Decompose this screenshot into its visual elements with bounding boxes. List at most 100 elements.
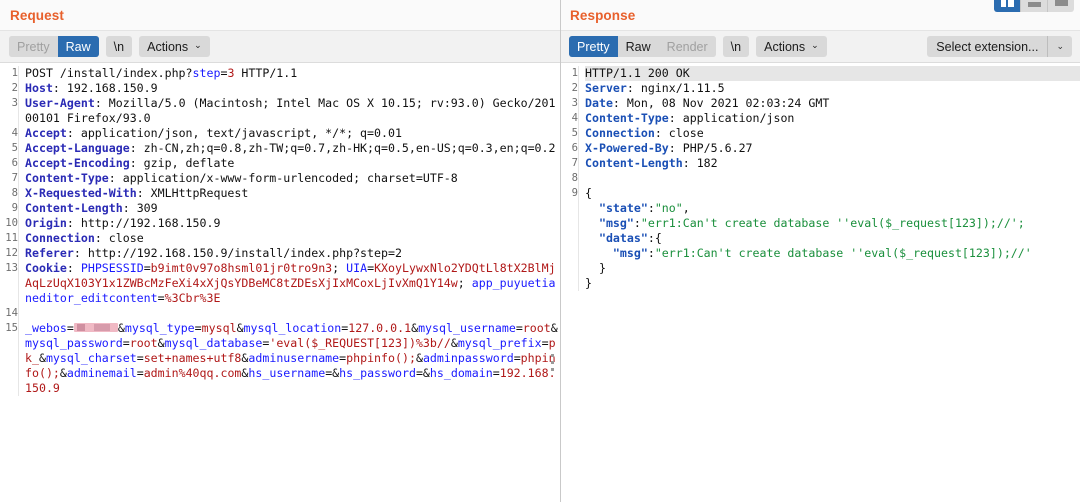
- response-line-number: [560, 216, 578, 231]
- request-line-number: [0, 351, 18, 366]
- response-newline-button[interactable]: \n: [722, 36, 750, 57]
- request-tab-pretty[interactable]: Pretty: [9, 36, 58, 57]
- response-actions-label: Actions: [764, 39, 806, 54]
- response-tab-render[interactable]: Render: [658, 36, 716, 57]
- select-extension-dropdown[interactable]: Select extension... ⌄: [927, 36, 1072, 57]
- request-line: X-Requested-With: XMLHttpRequest: [25, 186, 249, 200]
- response-line-number: [560, 201, 578, 216]
- response-line: HTTP/1.1 200 OK: [585, 66, 1080, 81]
- request-line-number: 10: [5, 217, 18, 229]
- request-header: Request: [0, 0, 560, 30]
- response-line-number: 2: [571, 82, 578, 94]
- response-actions-button[interactable]: Actions ⌄: [756, 36, 827, 57]
- request-line: Origin: http://192.168.150.9: [25, 216, 221, 230]
- select-extension-label: Select extension...: [936, 39, 1039, 54]
- response-line-number: 9: [571, 187, 578, 199]
- request-line: Accept-Language: zh-CN,zh;q=0.8,zh-TW;q=…: [25, 141, 556, 155]
- response-line: }: [585, 276, 592, 290]
- request-view-tabs[interactable]: Pretty Raw: [9, 36, 99, 57]
- request-actions-label: Actions: [147, 39, 189, 54]
- response-gutter: 1 2 3 4 5 6 7 8 9: [560, 66, 579, 291]
- response-line-number: 1: [571, 67, 578, 79]
- response-view-tabs[interactable]: Pretty Raw Render: [569, 36, 716, 57]
- request-line-number: 6: [11, 157, 18, 169]
- request-line-number: 5: [11, 142, 18, 154]
- layout-toggle-group[interactable]: [994, 0, 1074, 12]
- response-lines[interactable]: HTTP/1.1 200 OK Server: nginx/1.11.5 Date:…: [579, 66, 1080, 291]
- request-tab-raw[interactable]: Raw: [57, 36, 99, 57]
- response-line: "state":"no",: [598, 201, 690, 215]
- request-line-number: 7: [11, 172, 18, 184]
- request-line-number: 15: [5, 322, 18, 334]
- response-line: "datas":{: [598, 231, 662, 245]
- response-tab-pretty[interactable]: Pretty: [569, 36, 618, 57]
- request-line-number: 3: [11, 97, 18, 109]
- response-code-area[interactable]: 1 2 3 4 5 6 7 8 9 HTTP/1.1 200 OK Server: nginx/1…: [560, 63, 1080, 502]
- request-line-number: [0, 336, 18, 351]
- request-newline-button[interactable]: \n: [105, 36, 133, 57]
- request-line: Content-Length: 309: [25, 201, 158, 215]
- response-line-number: 3: [571, 97, 578, 109]
- response-tab-raw[interactable]: Raw: [617, 36, 659, 57]
- request-drag-handle-icon[interactable]: [551, 354, 555, 371]
- panel-divider[interactable]: [560, 0, 561, 502]
- chevron-down-icon: ⌄: [1056, 41, 1064, 51]
- response-line: Content-Length: 182: [585, 156, 718, 170]
- response-line: "msg":"err1:Can't create database ''eval…: [612, 246, 1032, 260]
- request-toolbar: Pretty Raw \n Actions ⌄: [0, 30, 560, 63]
- response-line-number: 8: [571, 172, 578, 184]
- request-line-number: 1: [11, 67, 18, 79]
- request-title: Request: [10, 7, 64, 23]
- request-panel: Request Pretty Raw \n Actions ⌄ 12345678…: [0, 0, 560, 502]
- request-line: Accept: application/json, text/javascrip…: [25, 126, 402, 140]
- request-line-number: [0, 276, 18, 291]
- request-gutter: 1 2 3 4 5 6 7 8 9 10 11 12 13 14 15: [0, 66, 19, 396]
- response-line-number: [560, 246, 578, 261]
- request-line-number: 13: [5, 262, 18, 274]
- request-line-number: 11: [5, 232, 18, 244]
- response-line: }: [585, 261, 606, 275]
- request-line-number: 12: [5, 247, 18, 259]
- request-line: Host: 192.168.150.9: [25, 81, 158, 95]
- request-line: User-Agent: Mozilla/5.0 (Macintosh; Inte…: [25, 96, 556, 125]
- response-title: Response: [570, 7, 636, 23]
- response-line: Content-Type: application/json: [585, 111, 795, 125]
- response-line-number: 5: [571, 127, 578, 139]
- request-line: _webos= &mysql_type=mysql&mysql_location=…: [25, 321, 558, 395]
- request-line-number: 4: [11, 127, 18, 139]
- rows-layout-icon[interactable]: [1021, 0, 1048, 12]
- response-line: [585, 171, 1080, 186]
- chevron-down-icon: ⌄: [194, 40, 202, 50]
- response-line-number: 7: [571, 157, 578, 169]
- request-line-number: 2: [11, 82, 18, 94]
- request-line-number: 9: [11, 202, 18, 214]
- redacted-value: [73, 323, 118, 332]
- burp-repeater-window: Request Pretty Raw \n Actions ⌄ 12345678…: [0, 0, 1080, 502]
- request-line-number: [0, 366, 18, 381]
- request-line: [25, 306, 560, 321]
- request-line: Cookie: PHPSESSID=b9imt0v97o8hsml01jr0tr…: [25, 261, 556, 305]
- request-actions-button[interactable]: Actions ⌄: [139, 36, 210, 57]
- request-line-number: [0, 291, 18, 306]
- request-line: POST /install/index.php?step=3 HTTP/1.1: [25, 66, 298, 80]
- request-line-number: [0, 381, 18, 396]
- single-layout-icon[interactable]: [1048, 0, 1074, 12]
- response-line: Server: nginx/1.11.5: [585, 81, 725, 95]
- response-line: X-Powered-By: PHP/5.6.27: [585, 141, 753, 155]
- response-line-number: 6: [571, 142, 578, 154]
- request-line-number: 14: [5, 307, 18, 319]
- response-line-number: [560, 231, 578, 246]
- response-newline-label: \n: [730, 39, 742, 54]
- request-line-number: 8: [11, 187, 18, 199]
- response-line: Date: Mon, 08 Nov 2021 02:03:24 GMT: [585, 96, 830, 110]
- request-lines[interactable]: POST /install/index.php?step=3 HTTP/1.1 H…: [19, 66, 560, 396]
- request-line: Referer: http://192.168.150.9/install/in…: [25, 246, 402, 260]
- response-line-number: [560, 276, 578, 291]
- request-code-area[interactable]: 1 2 3 4 5 6 7 8 9 10 11 12 13 14 15 POST /install/inde…: [0, 63, 560, 502]
- response-line: {: [585, 186, 592, 200]
- response-panel: Response Pretty Raw Render \n Actions ⌄ …: [560, 0, 1080, 502]
- chevron-down-icon: ⌄: [811, 40, 819, 50]
- response-line-number: 4: [571, 112, 578, 124]
- columns-layout-icon[interactable]: [994, 0, 1021, 12]
- request-line-number: [0, 111, 18, 126]
